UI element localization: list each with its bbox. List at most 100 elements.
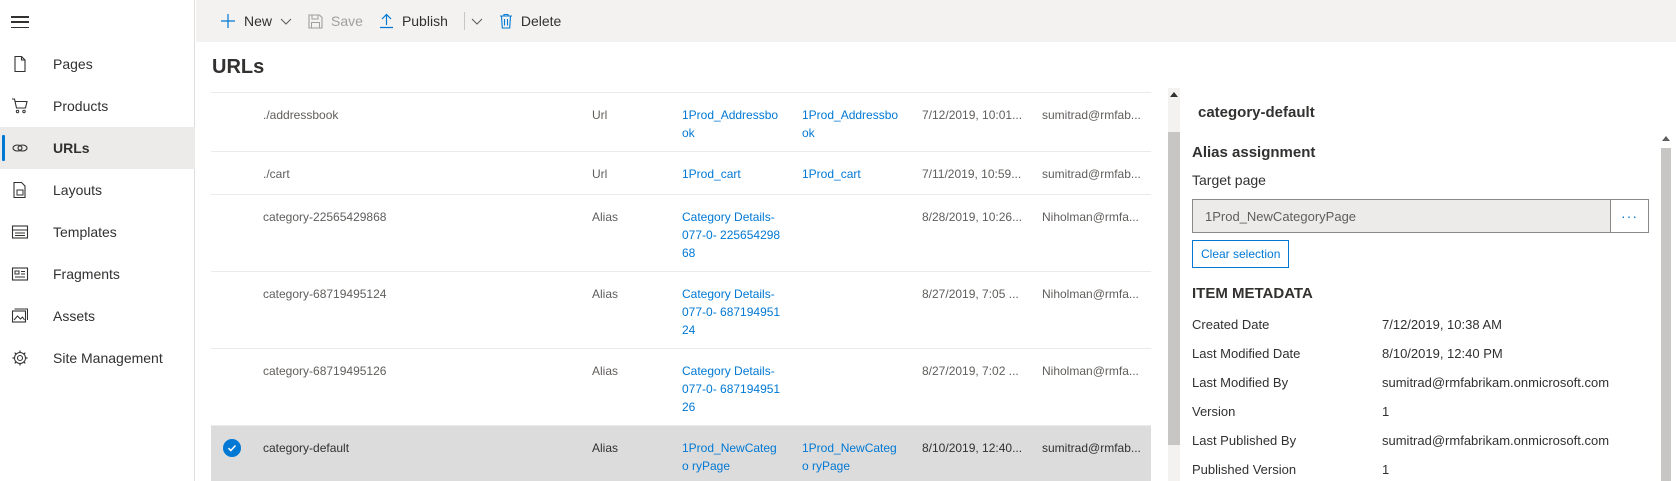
target-page-picker: 1Prod_NewCategoryPage ··· [1192, 199, 1649, 233]
target-page-link[interactable]: 1Prod_Addressbo ok [682, 106, 782, 142]
published-target-link[interactable]: 1Prod_Addressbo ok [802, 106, 902, 142]
table-row[interactable]: category-22565429868 Alias Category Deta… [211, 195, 1151, 272]
urls-list: ./addressbook Url 1Prod_Addressbo ok 1Pr… [211, 92, 1151, 481]
chevron-down-icon [471, 18, 483, 25]
sidebar-item-label: Fragments [53, 266, 120, 282]
published-target-link[interactable]: 1Prod_NewCatego ryPage [802, 439, 902, 475]
url-name: category-68719495126 [263, 364, 387, 378]
command-bar: New Save Publish Delete [196, 0, 1676, 42]
modified-date: 8/10/2019, 12:40... [922, 441, 1023, 455]
url-type: Alias [592, 441, 619, 455]
new-button[interactable]: New [220, 0, 300, 42]
url-name: ./cart [263, 167, 290, 181]
url-name: category-default [263, 441, 350, 455]
metadata-key: Last Modified By [1192, 375, 1289, 390]
plus-icon [221, 14, 235, 28]
sidebar-item-products[interactable]: Products [0, 85, 195, 127]
scrollbar-thumb[interactable] [1168, 132, 1180, 445]
url-name: ./addressbook [263, 108, 339, 122]
published-target-link[interactable]: 1Prod_cart [802, 165, 902, 183]
delete-button[interactable]: Delete [499, 0, 569, 42]
sidebar-item-layouts[interactable]: Layouts [0, 169, 195, 211]
layout-icon [13, 181, 26, 199]
page-title: URLs [212, 56, 265, 78]
sidebar-item-pages[interactable]: Pages [0, 43, 195, 85]
details-scrollbar[interactable] [1660, 136, 1672, 481]
sidebar-item-label: Pages [53, 56, 93, 72]
trash-icon [499, 13, 512, 29]
left-navigation: Pages Products URLs Layouts Templates Fr… [0, 0, 195, 481]
metadata-value: sumitrad@rmfabrikam.onmicrosoft.com [1382, 375, 1610, 390]
alias-assignment-heading: Alias assignment [1192, 144, 1316, 161]
chevron-down-icon [280, 18, 292, 25]
list-scrollbar[interactable] [1168, 88, 1180, 481]
sidebar-item-label: Templates [53, 224, 117, 240]
modified-date: 7/11/2019, 10:59... [922, 167, 1022, 181]
nav-list: Pages Products URLs Layouts Templates Fr… [0, 43, 195, 379]
url-type: Url [592, 167, 608, 181]
modified-by: Niholman@rmfa... [1042, 364, 1139, 378]
metadata-key: Published Version [1192, 462, 1297, 477]
sidebar-item-templates[interactable]: Templates [0, 211, 195, 253]
hamburger-menu-icon[interactable] [11, 13, 29, 31]
upload-icon [379, 13, 393, 29]
publish-button[interactable]: Publish [379, 0, 456, 42]
table-row[interactable]: ./cart Url 1Prod_cart 1Prod_cart 7/11/20… [211, 152, 1151, 195]
target-page-link[interactable]: 1Prod_NewCatego ryPage [682, 439, 782, 475]
details-pane: category-default Alias assignment Target… [1182, 88, 1676, 481]
modified-date: 8/27/2019, 7:02 ... [922, 364, 1019, 378]
target-page-link[interactable]: Category Details- 077-0- 68719495126 [682, 362, 782, 416]
new-label: New [244, 13, 273, 29]
modified-by: Niholman@rmfa... [1042, 210, 1139, 224]
metadata-key: Created Date [1192, 317, 1270, 332]
table-row[interactable]: ./addressbook Url 1Prod_Addressbo ok 1Pr… [211, 93, 1151, 152]
url-type: Url [592, 108, 608, 122]
metadata-key: Last Published By [1192, 433, 1297, 448]
save-button[interactable]: Save [308, 0, 371, 42]
save-icon [308, 13, 323, 29]
sidebar-item-assets[interactable]: Assets [0, 295, 195, 337]
target-page-link[interactable]: 1Prod_cart [682, 165, 782, 183]
scroll-up-icon[interactable] [1662, 136, 1670, 141]
toolbar-divider [463, 12, 465, 30]
clear-selection-button[interactable]: Clear selection [1192, 240, 1290, 268]
sidebar-item-label: Products [53, 98, 109, 114]
details-title: category-default [1198, 104, 1315, 121]
target-page-label: Target page [1192, 172, 1266, 188]
fragment-icon [11, 267, 29, 281]
page-icon [14, 55, 26, 73]
modified-by: sumitrad@rmfab... [1042, 441, 1141, 455]
modified-date: 8/28/2019, 10:26... [922, 210, 1023, 224]
save-label: Save [331, 13, 363, 29]
gear-icon [12, 350, 28, 366]
checkmark-icon[interactable] [223, 439, 241, 457]
sidebar-item-label: Layouts [53, 182, 103, 198]
sidebar-item-label: Site Management [53, 350, 163, 366]
target-page-link[interactable]: Category Details- 077-0- 22565429868 [682, 208, 782, 262]
modified-date: 7/12/2019, 10:01... [922, 108, 1023, 122]
publish-dropdown-button[interactable] [471, 0, 491, 42]
url-type: Alias [592, 364, 619, 378]
delete-label: Delete [520, 13, 562, 29]
scrollbar-thumb[interactable] [1661, 148, 1671, 481]
url-name: category-22565429868 [263, 210, 387, 224]
sidebar-item-label: Assets [53, 308, 96, 324]
item-metadata-heading: ITEM METADATA [1192, 285, 1313, 302]
scroll-up-icon[interactable] [1170, 92, 1178, 97]
table-row[interactable]: category-68719495126 Alias Category Deta… [211, 349, 1151, 426]
target-page-field[interactable]: 1Prod_NewCategoryPage [1193, 200, 1610, 232]
modified-by: sumitrad@rmfab... [1042, 108, 1141, 122]
table-row-selected[interactable]: category-default Alias 1Prod_NewCatego r… [211, 426, 1151, 481]
metadata-key: Last Modified Date [1192, 346, 1301, 361]
modified-by: sumitrad@rmfab... [1042, 167, 1141, 181]
metadata-key: Version [1192, 404, 1236, 419]
sidebar-item-label: URLs [53, 140, 90, 156]
sidebar-item-urls[interactable]: URLs [0, 127, 195, 169]
table-row[interactable]: category-68719495124 Alias Category Deta… [211, 272, 1151, 349]
browse-button[interactable]: ··· [1610, 200, 1648, 232]
url-type: Alias [592, 287, 619, 301]
publish-label: Publish [401, 13, 448, 29]
sidebar-item-fragments[interactable]: Fragments [0, 253, 195, 295]
sidebar-item-site-management[interactable]: Site Management [0, 337, 195, 379]
target-page-link[interactable]: Category Details- 077-0- 68719495124 [682, 285, 782, 339]
